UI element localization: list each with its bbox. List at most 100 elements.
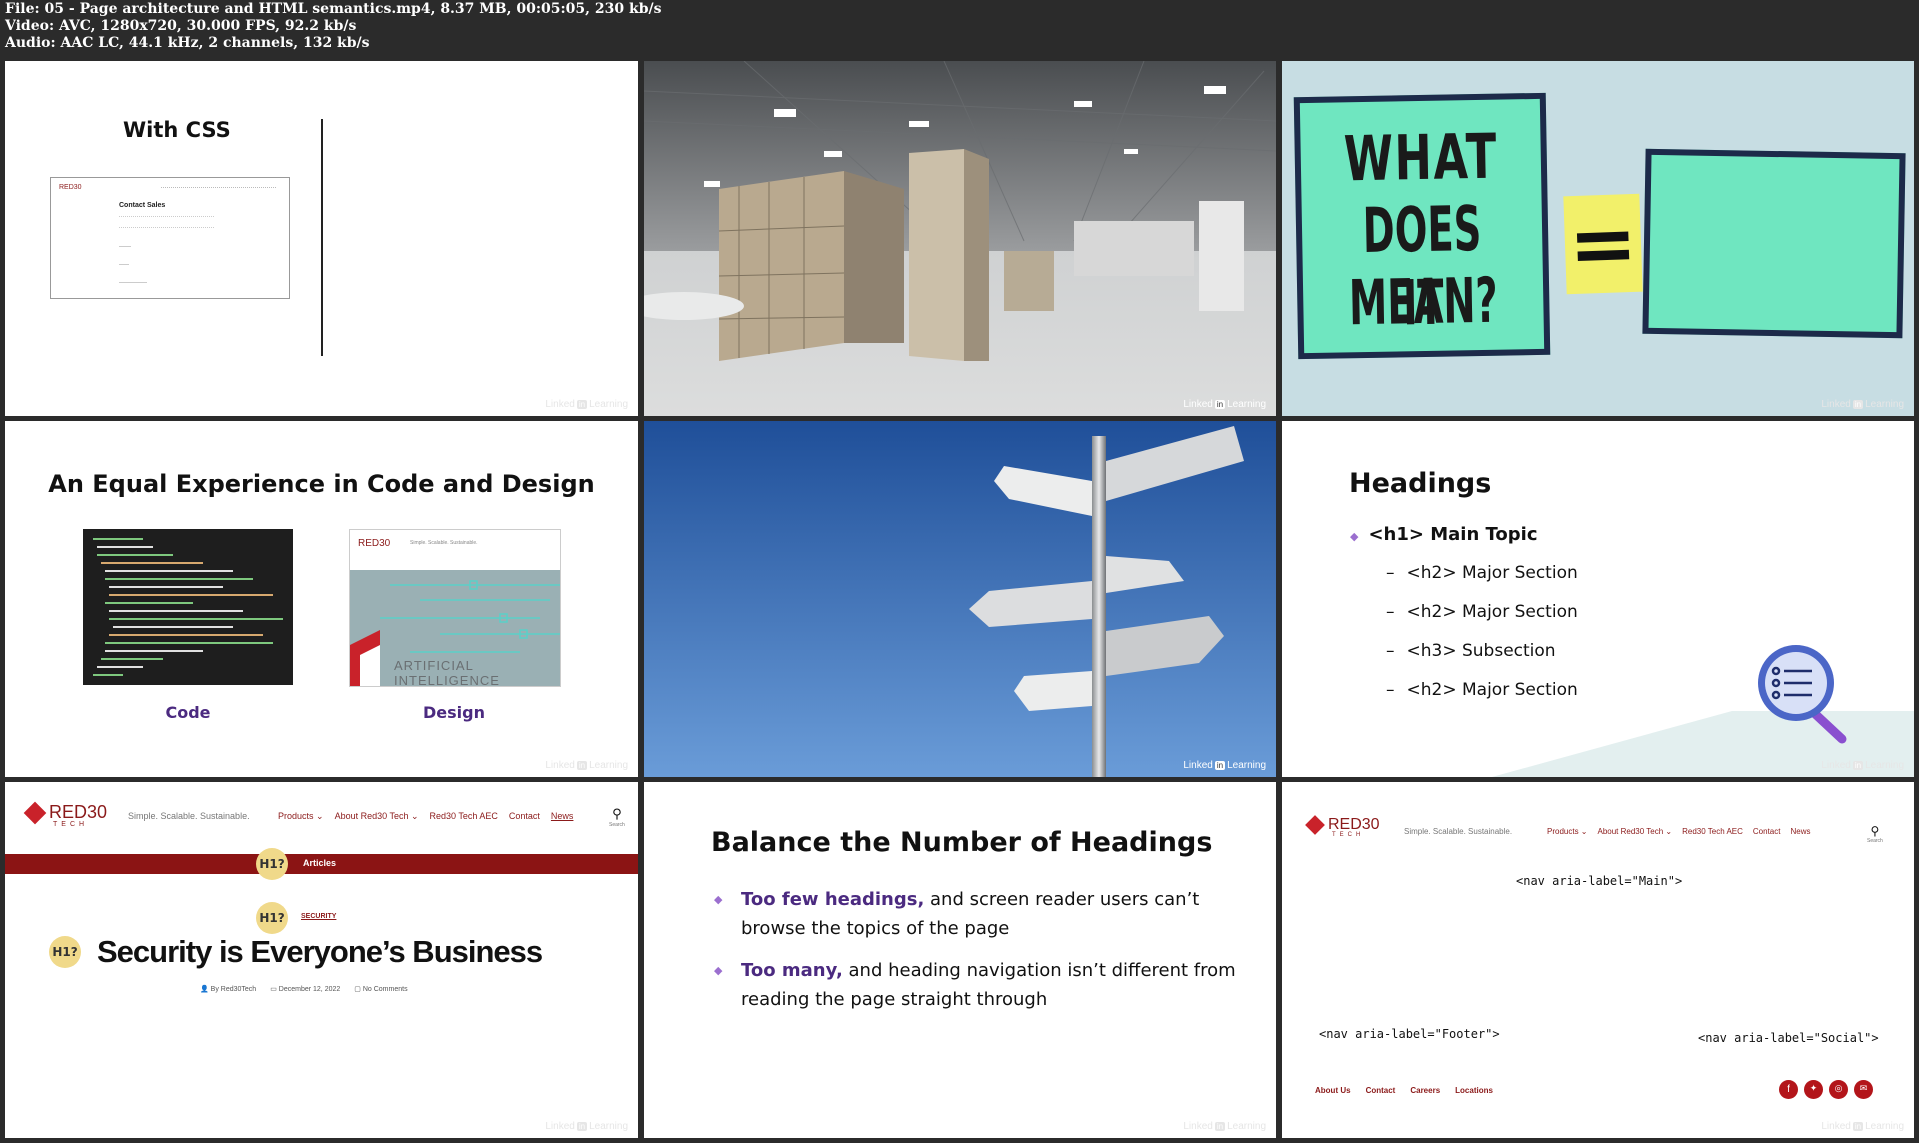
- footer-link-locations[interactable]: Locations: [1455, 1086, 1493, 1095]
- nav-products[interactable]: Products ⌄: [278, 811, 324, 822]
- bullet-text: Too many, and heading navigation isn’t d…: [741, 956, 1244, 1014]
- site-tagline: Simple. Scalable. Sustainable.: [1404, 827, 1513, 836]
- site-logo: RED30 TECH: [1305, 815, 1380, 838]
- h1-question-badge: H1?: [256, 848, 288, 880]
- linkedin-learning-watermark: Linked in Learning: [1183, 1121, 1266, 1132]
- design-ai-text: ARTIFICIAL INTELLIGENCE: [394, 658, 500, 687]
- design-label: Design: [423, 703, 485, 722]
- nav-about[interactable]: About Red30 Tech ⌄: [335, 811, 419, 822]
- facebook-icon[interactable]: f: [1779, 1080, 1798, 1099]
- comments-text: No Comments: [362, 986, 408, 993]
- file-info-line: File: 05 - Page architecture and HTML se…: [5, 1, 662, 17]
- bullet-item: ◆ Too many, and heading navigation isn’t…: [714, 956, 1244, 1014]
- search-button[interactable]: ⚲ Search: [609, 807, 625, 828]
- sticky-note-equals: =: [1563, 193, 1643, 295]
- audio-info-line: Audio: AAC LC, 44.1 kHz, 2 channels, 132…: [5, 35, 370, 51]
- question-line-1: WHAT: [1343, 119, 1499, 196]
- category-bar-label: Articles: [303, 858, 337, 868]
- slide-title: Balance the Number of Headings: [711, 827, 1213, 858]
- footer-link-about[interactable]: About Us: [1315, 1086, 1351, 1095]
- mock-field: [119, 264, 129, 265]
- thumbnail-headings[interactable]: Headings ◆ <h1> Main Topic – <h2> Major Se…: [1282, 421, 1914, 777]
- nav-about[interactable]: About Red30 Tech ⌄: [1598, 827, 1673, 836]
- thumbnail-balance-headings[interactable]: Balance the Number of Headings ◆ Too few…: [644, 782, 1276, 1138]
- warehouse-image: [644, 61, 1276, 416]
- h1-question-badge: H1?: [49, 936, 81, 968]
- linkedin-learning-watermark: Linked in Learning: [1183, 399, 1266, 410]
- logo-text: RED30: [1328, 816, 1380, 833]
- search-label: Search: [609, 822, 625, 828]
- nav-aec[interactable]: Red30 Tech AEC: [430, 811, 498, 822]
- mock-nav: [161, 187, 276, 190]
- logo-mark: [1305, 815, 1325, 835]
- instagram-icon[interactable]: ◎: [1829, 1080, 1848, 1099]
- thumbnail-security-article[interactable]: RED30 TECH Simple. Scalable. Sustainable…: [5, 782, 638, 1138]
- design-logo: RED30: [358, 538, 391, 549]
- logo-subtext: TECH: [53, 821, 89, 828]
- bullet-diamond: ◆: [714, 893, 723, 906]
- design-screenshot: RED30 Simple. Scalable. Sustainable. ART…: [349, 529, 561, 687]
- mock-heading: Contact Sales: [119, 202, 166, 209]
- linkedin-learning-watermark: Linked in Learning: [545, 1121, 628, 1132]
- author-text: By Red30Tech: [210, 986, 257, 993]
- thumbnail-warehouse[interactable]: Linked in Learning: [644, 61, 1276, 416]
- date-text: December 12, 2022: [278, 986, 341, 993]
- file-info: File: 05 - Page architecture and HTML se…: [5, 1, 661, 52]
- author-meta[interactable]: 👤 By Red30Tech: [200, 985, 256, 993]
- article-headline: Security is Everyone’s Business: [97, 934, 543, 969]
- text-cursor-line: [321, 119, 323, 356]
- bullet-diamond: ◆: [714, 964, 723, 977]
- linkedin-learning-watermark: Linked in Learning: [545, 399, 628, 410]
- mock-field: [119, 282, 147, 283]
- question-line-3: MEAN?: [1348, 263, 1499, 340]
- thumbnail-equal-experience[interactable]: An Equal Experience in Code and Design C…: [5, 421, 638, 777]
- bullet-text: Too few headings, and screen reader user…: [741, 885, 1224, 943]
- sticky-note-question: WHAT DOES IT MEAN?: [1293, 92, 1551, 360]
- search-icon: ⚲: [612, 807, 622, 822]
- bullet-strong: Too few headings,: [741, 889, 925, 910]
- nav-contact[interactable]: Contact: [1753, 827, 1781, 836]
- slide-title: With CSS: [123, 118, 231, 142]
- date-meta[interactable]: ▭ December 12, 2022: [270, 985, 340, 993]
- thumbnail-with-css[interactable]: With CSS RED30 Contact Sales Linked in Lea…: [5, 61, 638, 416]
- calendar-icon: ▭: [270, 986, 277, 993]
- magnifier-list-illustration: [1492, 645, 1914, 777]
- user-icon: 👤: [200, 986, 209, 993]
- thumbnail-what-does-it-mean[interactable]: WHAT DOES IT MEAN? = Linked in Learning: [1282, 61, 1914, 416]
- linkedin-learning-watermark: Linked in Learning: [1183, 760, 1266, 771]
- nav-social-label: <nav aria-label="Social">: [1698, 1031, 1879, 1045]
- comments-meta[interactable]: ▢ No Comments: [354, 985, 407, 993]
- email-icon[interactable]: ✉: [1854, 1080, 1873, 1099]
- thumbnail-nav-landmarks[interactable]: RED30 TECH Simple. Scalable. Sustainable…: [1282, 782, 1914, 1138]
- design-hero: ARTIFICIAL INTELLIGENCE: [350, 570, 560, 686]
- footer-link-contact[interactable]: Contact: [1366, 1086, 1396, 1095]
- comment-icon: ▢: [354, 986, 361, 993]
- site-tagline: Simple. Scalable. Sustainable.: [128, 811, 250, 821]
- category-bar: Articles: [5, 854, 638, 874]
- twitter-icon[interactable]: ✦: [1804, 1080, 1823, 1099]
- signpost-image: [644, 421, 1276, 777]
- nav-contact[interactable]: Contact: [509, 811, 540, 822]
- search-label: Search: [1867, 838, 1883, 844]
- footer-nav: About Us Contact Careers Locations: [1315, 1086, 1493, 1095]
- mock-text: [119, 216, 214, 228]
- site-logo: RED30 TECH: [23, 801, 107, 828]
- footer-link-careers[interactable]: Careers: [1410, 1086, 1440, 1095]
- h1-question-badge: H1?: [256, 902, 288, 934]
- code-label: Code: [165, 703, 211, 722]
- slide-title: An Equal Experience in Code and Design: [48, 470, 595, 498]
- nav-aec[interactable]: Red30 Tech AEC: [1682, 827, 1743, 836]
- linkedin-learning-watermark: Linked in Learning: [1821, 399, 1904, 410]
- nav-products[interactable]: Products ⌄: [1547, 827, 1588, 836]
- search-button[interactable]: ⚲ Search: [1867, 824, 1883, 844]
- category-link[interactable]: SECURITY: [301, 913, 336, 920]
- nav-news[interactable]: News: [551, 811, 574, 822]
- design-tagline: Simple. Scalable. Sustainable.: [410, 540, 478, 546]
- nav-news[interactable]: News: [1790, 827, 1810, 836]
- logo-mark: [23, 801, 47, 824]
- linkedin-learning-watermark: Linked in Learning: [1821, 760, 1904, 771]
- mock-logo: RED30: [59, 184, 82, 191]
- sticky-note-blank: [1642, 148, 1906, 339]
- mock-webpage: RED30 Contact Sales: [50, 177, 290, 299]
- thumbnail-signpost[interactable]: Linked in Learning: [644, 421, 1276, 777]
